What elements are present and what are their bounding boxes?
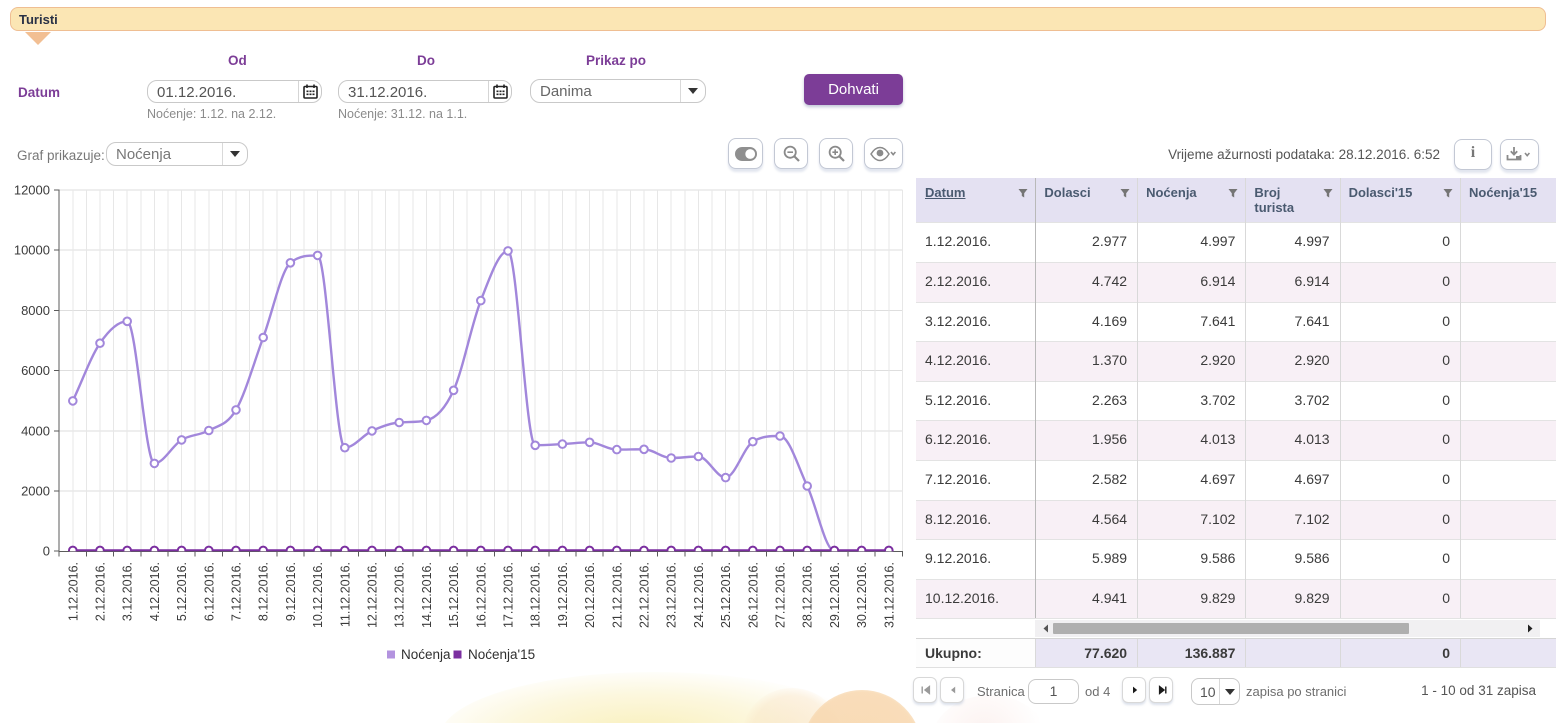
svg-text:22.12.2016.: 22.12.2016. <box>638 562 652 628</box>
svg-text:23.12.2016.: 23.12.2016. <box>665 562 679 628</box>
svg-text:12.12.2016.: 12.12.2016. <box>366 562 380 628</box>
svg-text:31.12.2016.: 31.12.2016. <box>882 562 896 628</box>
svg-text:7.12.2016.: 7.12.2016. <box>230 562 244 621</box>
svg-text:25.12.2016.: 25.12.2016. <box>719 562 733 628</box>
svg-text:20.12.2016.: 20.12.2016. <box>583 562 597 628</box>
svg-text:15.12.2016.: 15.12.2016. <box>447 562 461 628</box>
svg-text:17.12.2016.: 17.12.2016. <box>502 562 516 628</box>
svg-text:2000: 2000 <box>21 484 50 499</box>
svg-text:4.12.2016.: 4.12.2016. <box>148 562 162 621</box>
svg-text:18.12.2016.: 18.12.2016. <box>529 562 543 628</box>
svg-text:10.12.2016.: 10.12.2016. <box>311 562 325 628</box>
svg-text:2.12.2016.: 2.12.2016. <box>94 562 108 621</box>
svg-text:19.12.2016.: 19.12.2016. <box>556 562 570 628</box>
svg-text:16.12.2016.: 16.12.2016. <box>474 562 488 628</box>
svg-text:30.12.2016.: 30.12.2016. <box>855 562 869 628</box>
svg-text:1.12.2016.: 1.12.2016. <box>66 562 80 621</box>
svg-text:8.12.2016.: 8.12.2016. <box>257 562 271 621</box>
svg-text:26.12.2016.: 26.12.2016. <box>746 562 760 628</box>
svg-text:13.12.2016.: 13.12.2016. <box>393 562 407 628</box>
svg-text:Noćenja: Noćenja <box>401 647 451 662</box>
svg-text:10000: 10000 <box>14 243 50 258</box>
svg-text:24.12.2016.: 24.12.2016. <box>692 562 706 628</box>
svg-text:6000: 6000 <box>21 363 50 378</box>
svg-text:27.12.2016.: 27.12.2016. <box>774 562 788 628</box>
svg-text:14.12.2016.: 14.12.2016. <box>420 562 434 628</box>
svg-text:6.12.2016.: 6.12.2016. <box>202 562 216 621</box>
svg-text:3.12.2016.: 3.12.2016. <box>121 562 135 621</box>
svg-text:21.12.2016.: 21.12.2016. <box>610 562 624 628</box>
svg-text:5.12.2016.: 5.12.2016. <box>175 562 189 621</box>
svg-text:8000: 8000 <box>21 303 50 318</box>
svg-text:11.12.2016.: 11.12.2016. <box>338 562 352 627</box>
svg-text:9.12.2016.: 9.12.2016. <box>284 562 298 621</box>
svg-text:12000: 12000 <box>14 183 50 198</box>
svg-text:28.12.2016.: 28.12.2016. <box>801 562 815 628</box>
svg-text:0: 0 <box>43 544 50 559</box>
svg-text:29.12.2016.: 29.12.2016. <box>828 562 842 628</box>
svg-text:Noćenja'15: Noćenja'15 <box>468 647 535 662</box>
svg-text:4000: 4000 <box>21 423 50 438</box>
